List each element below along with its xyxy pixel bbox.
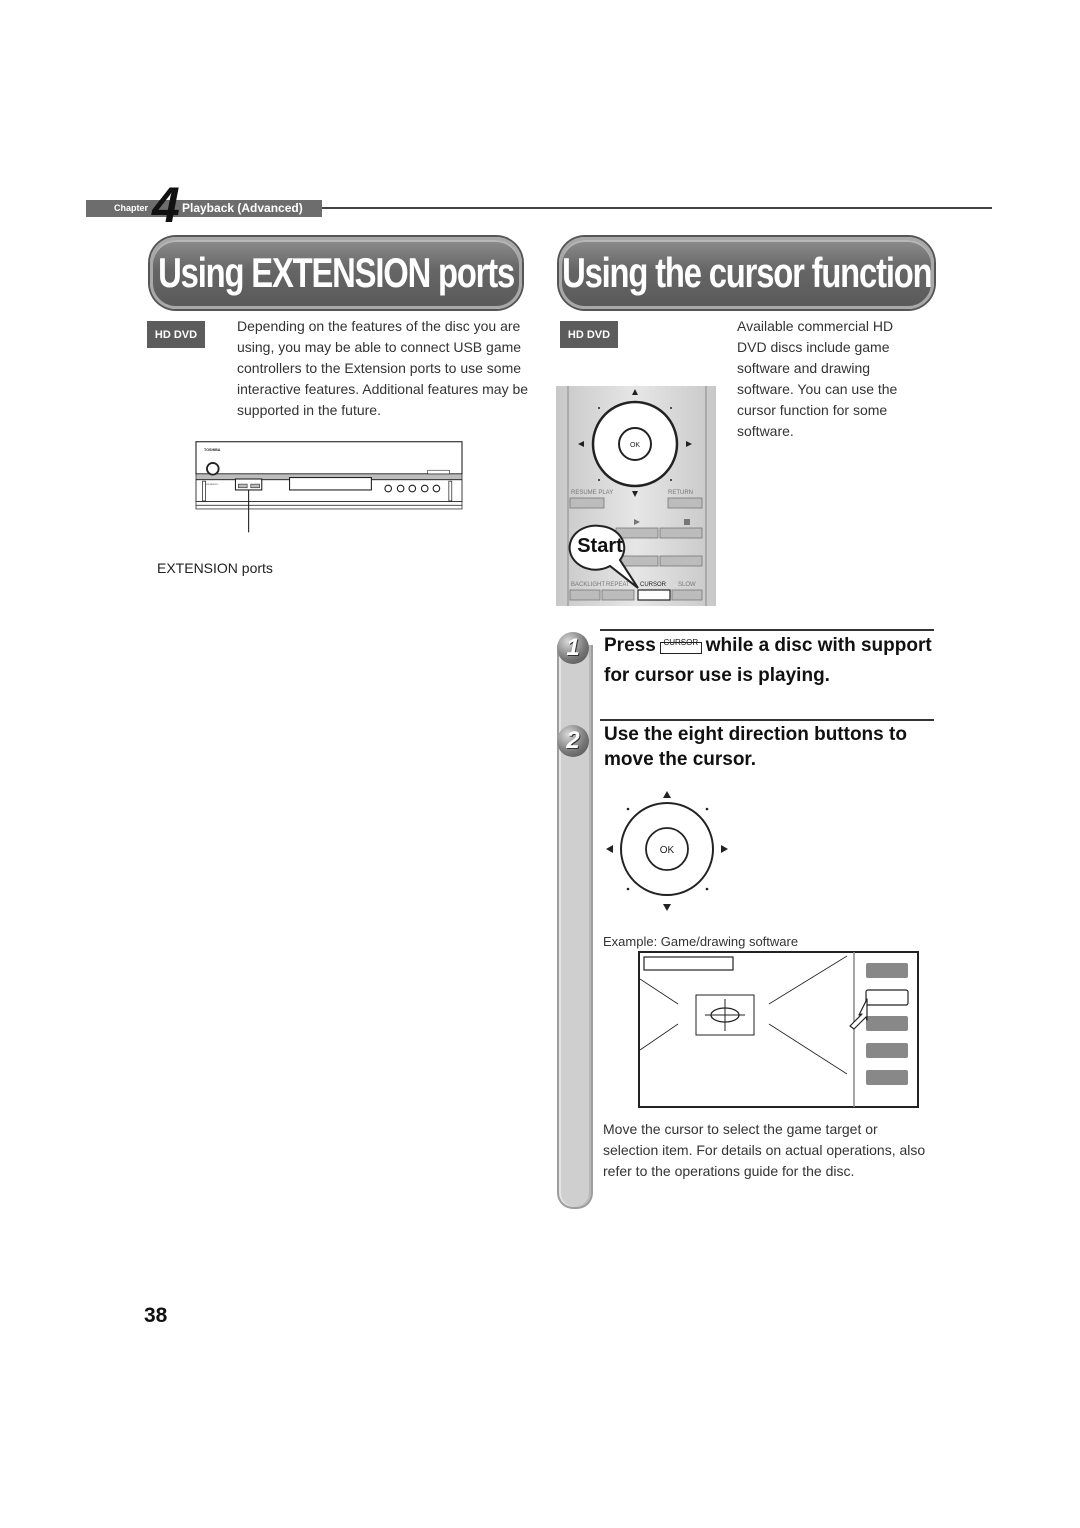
- svg-text:ON/STANDBY: ON/STANDBY: [204, 483, 219, 486]
- usb-port-icon: [250, 483, 260, 489]
- slow-button: [671, 589, 703, 601]
- chapter-number: 4: [152, 177, 180, 233]
- chapter-label: Chapter: [114, 203, 149, 213]
- step-1-number: 1: [557, 632, 589, 664]
- step-2-number: 2: [557, 725, 589, 757]
- example-label: Example: Game/drawing software: [603, 934, 799, 949]
- example-screen-illustration: [638, 951, 919, 1108]
- dpad-illustration: OK: [606, 791, 728, 911]
- svg-text:RESUME PLAY: RESUME PLAY: [571, 490, 613, 496]
- player-illustration: TOSHIBA ON/STANDBY: [195, 441, 463, 533]
- pause-button-icon: [408, 484, 417, 493]
- cursor-button: [637, 589, 671, 601]
- extension-ports-callout: EXTENSION ports: [157, 560, 273, 576]
- menu-item-selected: [865, 989, 909, 1006]
- menu-item: [866, 1043, 908, 1058]
- svg-text:RETURN: RETURN: [668, 490, 693, 496]
- step-1-text: Press CURSOR while a disc with support for…: [604, 634, 932, 686]
- menu-item: [866, 1070, 908, 1085]
- step-2-rule: [600, 719, 934, 721]
- power-button-icon: [206, 462, 220, 476]
- resume-play-button: [569, 497, 605, 509]
- cursor-description: Available commercial HD DVD discs includ…: [737, 318, 898, 439]
- arrow-up-icon: [663, 791, 671, 798]
- stop-button-icon: [420, 484, 429, 493]
- repeat-button: [601, 589, 635, 601]
- step-2-text: Use the eight direction buttons to move …: [604, 724, 907, 770]
- example-caption: Move the cursor to select the game targe…: [603, 1121, 926, 1179]
- play-button-icon: [432, 484, 441, 493]
- svg-text:OK: OK: [630, 442, 640, 449]
- skip-forward-button-icon: [396, 484, 405, 493]
- cursor-key-icon: CURSOR: [659, 634, 702, 654]
- return-button: [667, 497, 703, 509]
- arrow-down-icon: [663, 904, 671, 911]
- menu-item: [866, 1016, 908, 1031]
- svg-text:SLOW: SLOW: [678, 582, 696, 588]
- title-bar-field: [643, 956, 734, 971]
- arrow-right-icon: [721, 845, 728, 853]
- svg-text:Start: Start: [577, 535, 623, 557]
- section-title-cursor-function: Using the cursor function: [559, 237, 934, 309]
- section-title-text: Using the cursor function: [561, 249, 933, 296]
- svg-text:CURSOR: CURSOR: [640, 582, 667, 588]
- display-window: [288, 476, 372, 491]
- section-title-extension-ports: Using EXTENSION ports: [150, 237, 522, 309]
- svg-text:BACKLIGHT: BACKLIGHT: [571, 582, 605, 588]
- menu-item: [866, 963, 908, 978]
- stop-icon: [684, 519, 690, 525]
- skip-back-button-icon: [384, 484, 393, 493]
- arrow-left-icon: [606, 845, 613, 853]
- hd-dvd-badge: HD DVD: [560, 321, 618, 348]
- remote-illustration: OK RESUME PLAY RETURN BACKLIGHT REPEAT C…: [556, 386, 716, 606]
- section-title-text: Using EXTENSION ports: [158, 249, 515, 296]
- open-close-button: [427, 469, 450, 475]
- chapter-title: Playback (Advanced): [182, 201, 303, 215]
- backlight-button: [569, 589, 601, 601]
- player-brand-text: TOSHIBA: [204, 448, 221, 452]
- extension-description: Depending on the features of the disc yo…: [237, 318, 529, 418]
- page-number: 38: [144, 1304, 168, 1327]
- usb-port-icon: [238, 483, 248, 489]
- player-top-panel: [195, 441, 463, 475]
- header-rule: [322, 207, 992, 209]
- svg-text:REPEAT: REPEAT: [606, 582, 630, 588]
- hd-dvd-badge: HD DVD: [147, 321, 205, 348]
- svg-text:OK: OK: [660, 845, 675, 856]
